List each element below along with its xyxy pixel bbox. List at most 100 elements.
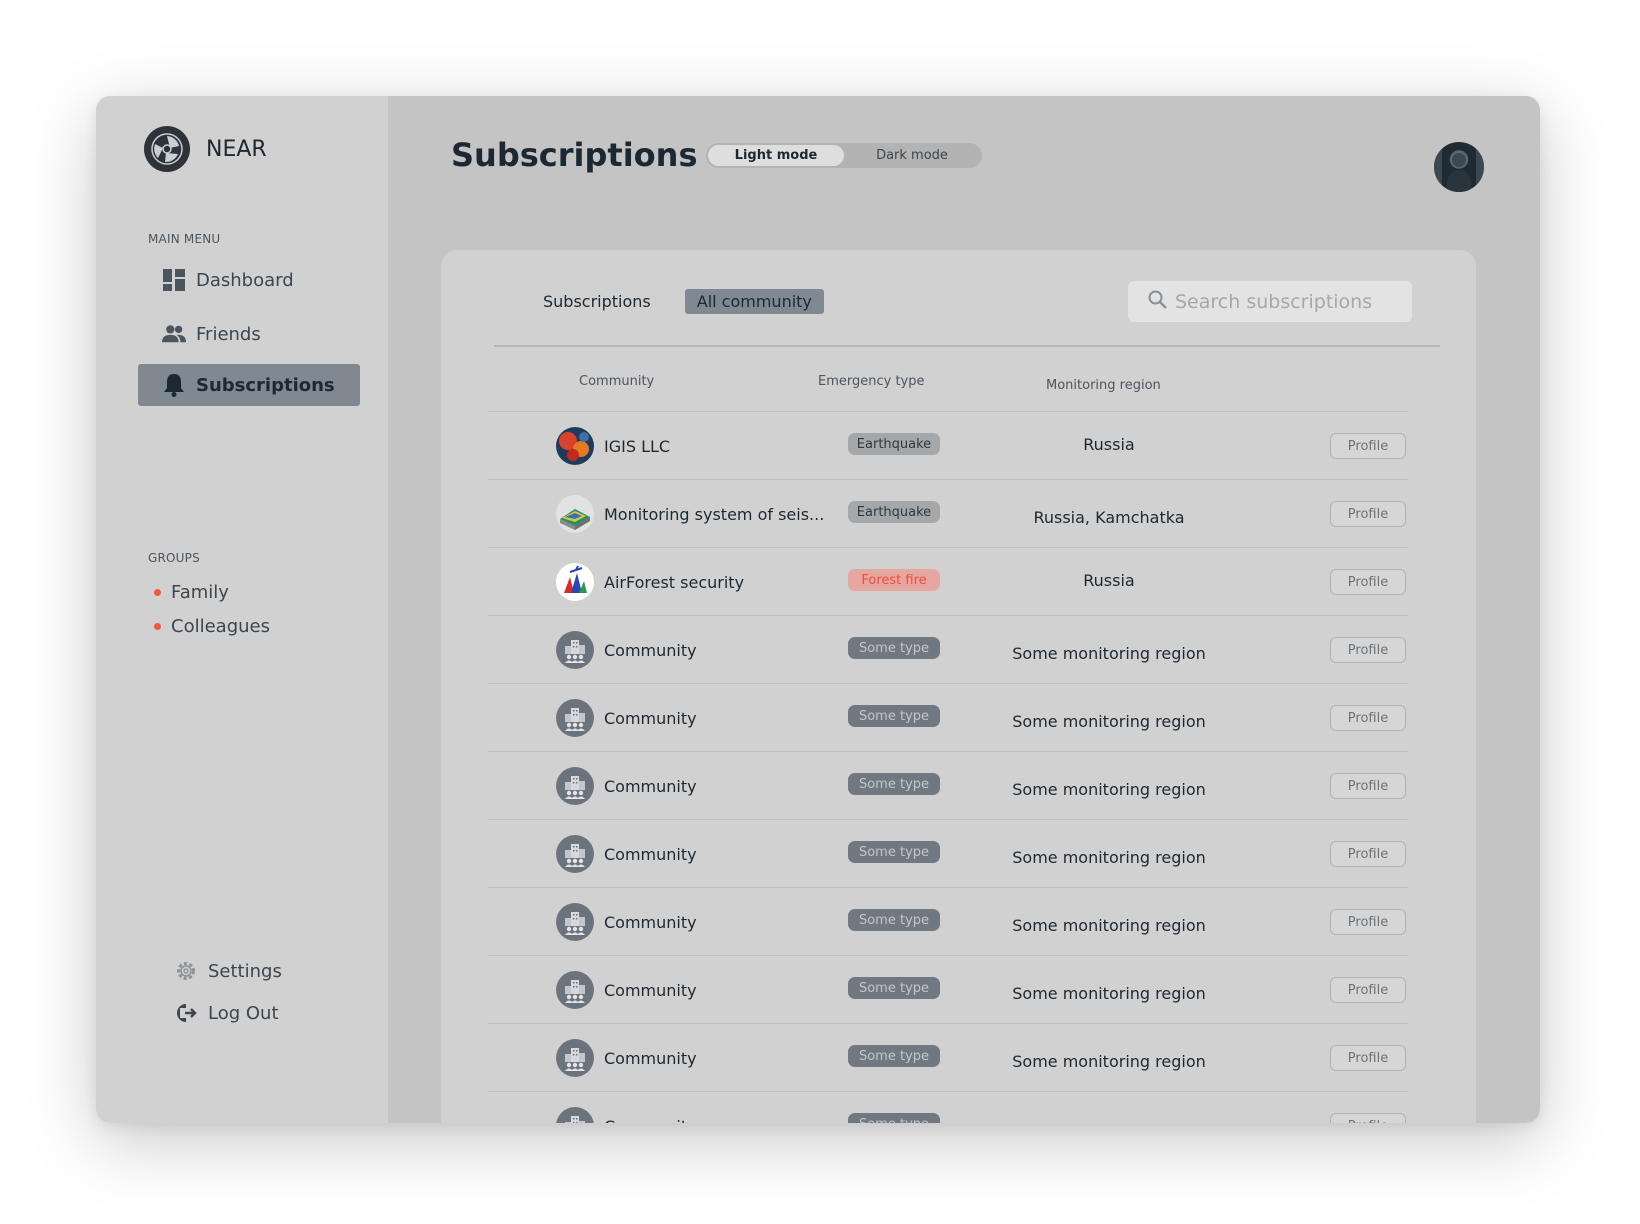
community-cell[interactable]: Community xyxy=(556,631,697,669)
table-row: AirForest security Forest fire Russia Profi… xyxy=(488,547,1408,615)
community-avatar xyxy=(556,495,594,533)
sidebar-item-label: Dashboard xyxy=(196,269,294,291)
search-box[interactable] xyxy=(1128,281,1412,322)
group-item-colleagues[interactable]: Colleagues xyxy=(154,616,270,637)
sidebar-item-subscriptions[interactable]: Subscriptions xyxy=(138,364,360,406)
community-cell[interactable]: Community xyxy=(556,835,697,873)
tab-subscriptions[interactable]: Subscriptions xyxy=(531,289,663,314)
app-window: NEAR MAIN MENU Dashboard Friends Subscri… xyxy=(96,96,1540,1123)
logout-button[interactable]: Log Out xyxy=(174,1001,279,1025)
logout-label: Log Out xyxy=(208,1002,279,1024)
profile-button[interactable]: Profile xyxy=(1330,569,1406,595)
monitoring-region: Some monitoring region xyxy=(1012,1052,1206,1071)
sidebar-item-dashboard[interactable]: Dashboard xyxy=(138,259,360,301)
dashboard-icon xyxy=(162,268,186,292)
profile-button[interactable]: Profile xyxy=(1330,637,1406,663)
sidebar-item-label: Friends xyxy=(196,323,261,345)
community-cell[interactable]: Community xyxy=(556,767,697,805)
community-cell[interactable]: Community xyxy=(556,1107,697,1123)
emergency-type-badge: Some type xyxy=(848,909,940,931)
column-header-monitoring-region: Monitoring region xyxy=(1046,378,1161,393)
logout-icon xyxy=(174,1001,198,1025)
community-cell[interactable]: IGIS LLC xyxy=(556,427,670,465)
profile-button[interactable]: Profile xyxy=(1330,433,1406,459)
panel-tabs: Subscriptions All community xyxy=(531,289,824,314)
group-item-label: Colleagues xyxy=(171,616,270,637)
community-name: AirForest security xyxy=(604,572,745,592)
profile-button[interactable]: Profile xyxy=(1330,501,1406,527)
emergency-type-badge: Earthquake xyxy=(848,501,940,523)
bell-icon xyxy=(162,373,186,397)
community-name: Community xyxy=(604,708,697,728)
profile-button[interactable]: Profile xyxy=(1330,841,1406,867)
community-avatar xyxy=(556,631,594,669)
community-cell[interactable]: AirForest security xyxy=(556,563,744,601)
monitoring-region: Some monitoring region xyxy=(1012,984,1206,1003)
monitoring-region: Some monitoring region xyxy=(1012,780,1206,799)
community-name: Community xyxy=(604,1048,697,1068)
user-avatar[interactable] xyxy=(1434,142,1484,192)
profile-button[interactable]: Profile xyxy=(1330,1045,1406,1071)
community-cell[interactable]: Monitoring system of seis... xyxy=(556,495,824,533)
search-icon xyxy=(1148,290,1167,313)
community-name: Community xyxy=(604,980,697,1000)
profile-button[interactable]: Profile xyxy=(1330,1113,1406,1123)
community-avatar xyxy=(556,903,594,941)
dark-mode-button[interactable]: Dark mode xyxy=(844,145,980,166)
subscriptions-panel: Subscriptions All community Community Em… xyxy=(441,250,1476,1123)
profile-button[interactable]: Profile xyxy=(1330,705,1406,731)
community-cell[interactable]: Community xyxy=(556,903,697,941)
community-cell[interactable]: Community xyxy=(556,971,697,1009)
table-row: Community Some type Some monitoring region… xyxy=(488,955,1408,1023)
group-item-label: Family xyxy=(171,582,229,603)
subscriptions-table: IGIS LLC Earthquake Russia Profile Monitorin… xyxy=(488,411,1408,1123)
monitoring-region: Some monitoring region xyxy=(984,1120,1234,1123)
profile-button[interactable]: Profile xyxy=(1330,773,1406,799)
table-row: Community Some type Some monitoring region… xyxy=(488,683,1408,751)
main-content: Subscriptions Light mode Dark mode Subsc… xyxy=(388,96,1540,1123)
table-row: Monitoring system of seis... Earthquake Ru… xyxy=(488,479,1408,547)
main-menu-label: MAIN MENU xyxy=(148,232,221,246)
community-avatar xyxy=(556,427,594,465)
table-row: Community Some type Some monitoring region… xyxy=(488,1023,1408,1091)
community-avatar xyxy=(556,767,594,805)
profile-button[interactable]: Profile xyxy=(1330,977,1406,1003)
table-row: Community Some type Some monitoring region… xyxy=(488,615,1408,683)
emergency-type-badge: Earthquake xyxy=(848,433,940,455)
light-mode-button[interactable]: Light mode xyxy=(708,145,844,166)
emergency-type-badge: Some type xyxy=(848,841,940,863)
community-cell[interactable]: Community xyxy=(556,699,697,737)
group-color-dot xyxy=(154,589,161,596)
sidebar: NEAR MAIN MENU Dashboard Friends Subscri… xyxy=(96,96,388,1123)
emergency-type-badge: Some type xyxy=(848,977,940,999)
monitoring-region: Some monitoring region xyxy=(1012,712,1206,731)
brand[interactable]: NEAR xyxy=(144,126,267,172)
emergency-type-badge: Forest fire xyxy=(848,569,940,591)
monitoring-region: Some monitoring region xyxy=(1012,916,1206,935)
monitoring-region: Some monitoring region xyxy=(1012,644,1206,663)
monitoring-region: Russia xyxy=(1083,571,1135,590)
table-row: Community Some type Some monitoring region… xyxy=(488,887,1408,955)
community-avatar xyxy=(556,971,594,1009)
tab-all-community[interactable]: All community xyxy=(684,289,824,314)
table-row: IGIS LLC Earthquake Russia Profile xyxy=(488,411,1408,479)
monitoring-region: Russia, Kamchatka xyxy=(1033,508,1185,527)
settings-label: Settings xyxy=(208,960,282,982)
emergency-type-badge: Some type xyxy=(848,705,940,727)
community-name: Community xyxy=(604,776,697,796)
groups-label: GROUPS xyxy=(148,551,200,565)
community-name: Monitoring system of seis... xyxy=(604,504,825,524)
group-item-family[interactable]: Family xyxy=(154,582,229,603)
emergency-type-badge: Some type xyxy=(848,773,940,795)
theme-toggle[interactable]: Light mode Dark mode xyxy=(706,143,982,168)
settings-button[interactable]: Settings xyxy=(174,959,282,983)
community-cell[interactable]: Community xyxy=(556,1039,697,1077)
search-input[interactable] xyxy=(1175,290,1405,313)
profile-button[interactable]: Profile xyxy=(1330,909,1406,935)
sidebar-item-friends[interactable]: Friends xyxy=(138,313,360,355)
table-row: Community Some type Some monitoring region… xyxy=(488,819,1408,887)
monitoring-region: Russia xyxy=(1083,435,1135,454)
divider xyxy=(494,345,1440,347)
monitoring-region: Some monitoring region xyxy=(1012,848,1206,867)
emergency-type-badge: Some type xyxy=(848,1045,940,1067)
